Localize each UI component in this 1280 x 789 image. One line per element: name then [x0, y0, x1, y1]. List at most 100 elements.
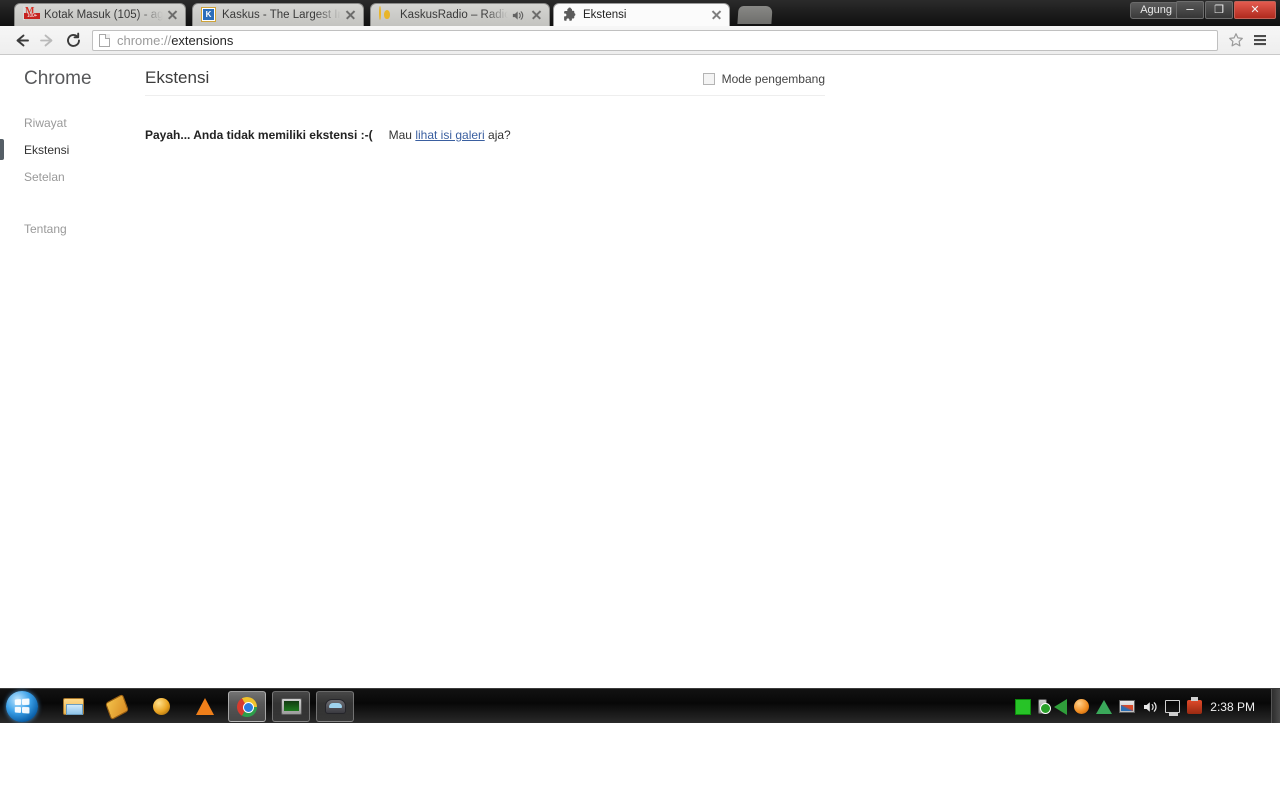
taskbar-item-tool-app[interactable]: [98, 691, 136, 722]
developer-mode-checkbox[interactable]: [702, 73, 715, 85]
taskbar-item-google-chrome[interactable]: [228, 691, 266, 722]
developer-mode-toggle[interactable]: Mode pengembang: [702, 72, 825, 86]
tray-chart-icon[interactable]: [1119, 700, 1136, 713]
windows-start-orb[interactable]: [6, 691, 38, 722]
hamburger-menu-icon: [1254, 35, 1266, 46]
empty-state-message: Payah... Anda tidak memiliki ekstensi :-…: [145, 128, 373, 142]
page-content: Chrome Riwayat Ekstensi Setelan Tentang Eks…: [0, 55, 1280, 687]
desktop-background: [0, 723, 1280, 789]
sidebar-item-setelan[interactable]: Setelan: [0, 163, 145, 190]
vlc-cone-icon: [196, 698, 214, 715]
maximize-button[interactable]: ❐: [1205, 1, 1233, 19]
gallery-link[interactable]: lihat isi galeri: [415, 128, 484, 142]
windows-logo-icon: [14, 698, 30, 714]
tab-title: Kotak Masuk (105) - agun: [44, 9, 163, 21]
tray-plug-icon[interactable]: [1187, 696, 1203, 714]
tab-close-button[interactable]: [166, 8, 180, 22]
tray-usb-safely-remove-icon[interactable]: [1038, 699, 1052, 714]
windows-taskbar: 2:38 PM: [0, 688, 1280, 724]
url-host: extensions: [171, 32, 234, 48]
bookmark-button[interactable]: [1224, 27, 1248, 53]
browser-tab-2[interactable]: KaskusRadio – Radiony: [370, 3, 550, 26]
sidebar-brand: Chrome: [24, 68, 92, 89]
tool-icon: [105, 693, 129, 720]
browser-window: M100+ Kotak Masuk (105) - agun K Kaskus - T…: [0, 0, 1280, 688]
chrome-menu-button[interactable]: [1248, 27, 1272, 53]
empty-state: Payah... Anda tidak memiliki ekstensi :-…: [145, 128, 511, 142]
sidebar-item-ekstensi[interactable]: Ekstensi: [0, 136, 145, 163]
ball-icon: [152, 698, 170, 715]
new-tab-button[interactable]: [737, 6, 773, 24]
tab-close-button[interactable]: [530, 8, 544, 22]
tray-icon-list: [1015, 696, 1210, 716]
car-icon: [324, 699, 346, 714]
minimize-icon: –: [1186, 1, 1194, 16]
close-window-button[interactable]: ✕: [1234, 1, 1276, 19]
empty-state-prompt-suffix: aja?: [488, 128, 511, 142]
tray-volume-icon[interactable]: [1142, 700, 1158, 714]
taskbar-item-remote-desktop[interactable]: [272, 691, 310, 722]
browser-tab-1[interactable]: K Kaskus - The Largest Indo: [192, 3, 364, 26]
back-arrow-icon: [16, 34, 29, 46]
tab-favicon: M 100+: [23, 6, 40, 23]
explorer-icon: [62, 698, 84, 715]
puzzle-icon: [564, 7, 576, 21]
forward-arrow-icon: [39, 34, 52, 46]
browser-tab-3[interactable]: Ekstensi: [553, 3, 730, 26]
sidebar-item-riwayat[interactable]: Riwayat: [0, 109, 145, 136]
sidebar-nav: Riwayat Ekstensi Setelan Tentang: [0, 109, 145, 242]
sidebar: Chrome Riwayat Ekstensi Setelan Tentang: [0, 55, 145, 687]
active-indicator: [0, 139, 4, 160]
sidebar-item-label: Setelan: [24, 169, 65, 184]
taskbar-item-car-app[interactable]: [316, 691, 354, 722]
sidebar-item-label: Riwayat: [24, 115, 67, 130]
gmail-icon: M 100+: [23, 6, 40, 20]
tab-close-button[interactable]: [344, 8, 358, 22]
tab-close-button[interactable]: [710, 8, 724, 22]
url-scheme: chrome://: [117, 32, 172, 48]
profile-button[interactable]: Agung: [1130, 2, 1182, 19]
taskbar-clock[interactable]: 2:38 PM: [1210, 700, 1271, 714]
window-controls: – ❐ ✕: [1176, 1, 1276, 19]
taskbar-item-media-app[interactable]: [142, 691, 180, 722]
navigation-toolbar: chrome://extensions: [0, 26, 1280, 55]
kaskus-icon: K: [201, 7, 216, 22]
empty-state-prompt: Mau lihat isi galeri aja?: [389, 128, 511, 142]
browser-tab-0[interactable]: M100+ Kotak Masuk (105) - agun: [14, 3, 186, 26]
page-title: Ekstensi: [145, 68, 210, 87]
tab-title: KaskusRadio – Radiony: [400, 9, 508, 21]
extensions-content: Ekstensi Mode pengembang Payah... Anda t…: [145, 55, 1280, 687]
tray-orange-ball-icon[interactable]: [1074, 699, 1090, 714]
bookmark-star-icon: [1229, 33, 1243, 47]
monitor-icon: [280, 698, 302, 715]
tray-green-icon[interactable]: [1015, 698, 1032, 715]
taskbar-item-vlc-player[interactable]: [186, 691, 224, 722]
taskbar-item-windows-explorer[interactable]: [54, 691, 92, 722]
tab-title: Kaskus - The Largest Indo: [222, 9, 341, 21]
tray-network-icon[interactable]: [1165, 700, 1181, 716]
chrome-icon: [237, 696, 257, 717]
kaskus-radio-icon: [379, 6, 381, 20]
maximize-icon: ❐: [1214, 3, 1224, 16]
tab-favicon: [562, 7, 578, 23]
address-bar[interactable]: chrome://extensions: [92, 29, 1218, 51]
sidebar-item-label: Ekstensi: [24, 142, 70, 157]
system-tray: 2:38 PM: [1015, 689, 1271, 724]
reload-button[interactable]: [60, 27, 86, 53]
minimize-button[interactable]: –: [1176, 1, 1204, 19]
show-desktop-button[interactable]: [1271, 689, 1280, 724]
tray-green-triangle-icon[interactable]: [1096, 699, 1113, 714]
back-button[interactable]: [8, 27, 34, 53]
developer-mode-label: Mode pengembang: [721, 72, 825, 86]
forward-button[interactable]: [34, 27, 60, 53]
tab-audio-icon[interactable]: [511, 9, 524, 22]
page-document-icon: [99, 33, 110, 47]
tray-download-arrow-icon[interactable]: [1054, 698, 1068, 715]
sidebar-item-label: Tentang: [24, 221, 67, 236]
close-icon: ✕: [1250, 3, 1260, 16]
sidebar-item-tentang[interactable]: Tentang: [0, 215, 145, 242]
tab-favicon: K: [201, 7, 217, 23]
tab-title: Ekstensi: [583, 9, 627, 21]
title-bar: M100+ Kotak Masuk (105) - agun K Kaskus - T…: [0, 0, 1280, 26]
empty-state-prompt-prefix: Mau: [388, 128, 412, 142]
